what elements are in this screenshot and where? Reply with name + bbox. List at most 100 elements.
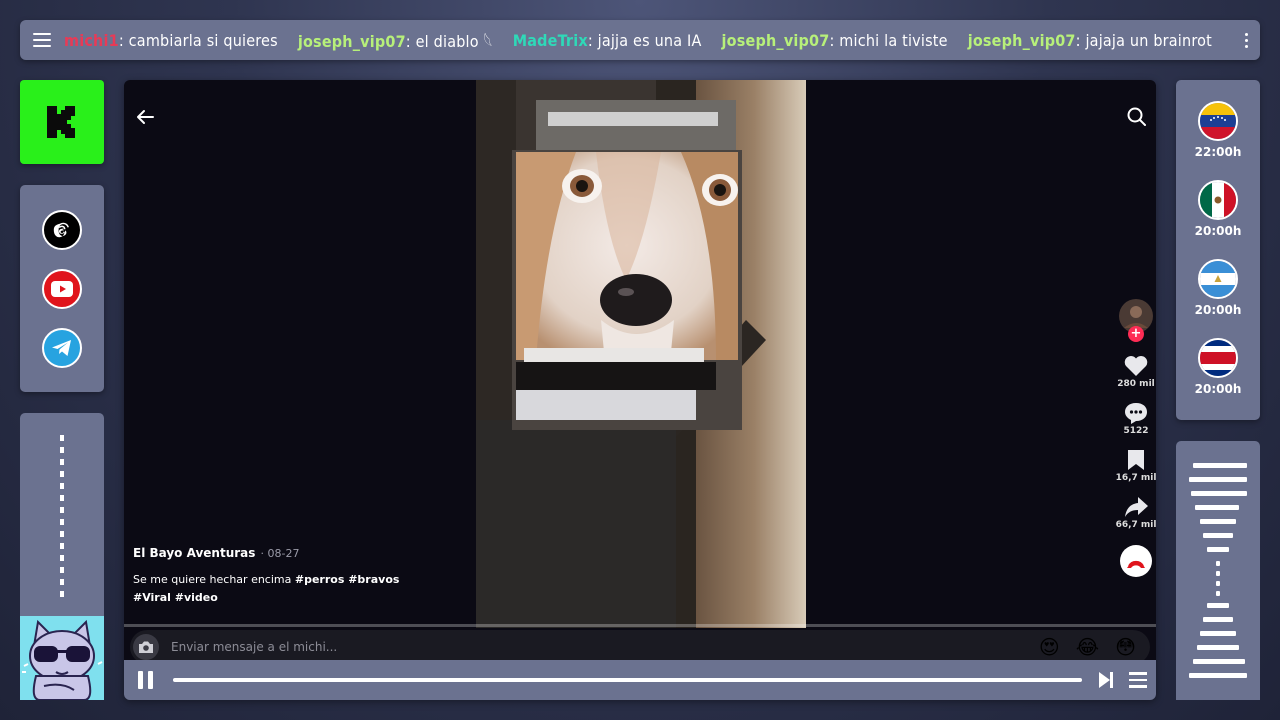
chat-text: : jajaja un brainrot: [1075, 30, 1212, 50]
chat-message: joseph_vip07: jajaja un brainrot: [968, 31, 1212, 50]
message-bar: 😍 😂 😳: [130, 630, 1150, 664]
eq-bar: [1200, 631, 1236, 636]
youtube-icon[interactable]: [42, 268, 82, 309]
search-icon[interactable]: [1126, 106, 1148, 128]
schedule-item-venezuela: 22:00h: [1194, 101, 1242, 159]
back-arrow-icon[interactable]: [134, 106, 156, 128]
seek-bar[interactable]: [173, 678, 1082, 682]
schedule-panel: 22:00h 20:00h 20:00h 20:00h: [1176, 80, 1260, 420]
mexico-flag-icon: [1198, 180, 1238, 220]
chat-message: MadeTrix: jajja es una IA: [513, 31, 702, 50]
pause-button[interactable]: [124, 660, 166, 700]
eq-bar: [1203, 533, 1233, 538]
music-disc-icon: [1120, 545, 1152, 577]
message-input[interactable]: [169, 639, 993, 655]
skip-next-button[interactable]: [1092, 660, 1120, 700]
chat-text: : michi la tiviste: [829, 30, 948, 50]
shares-count: 66,7 mil: [1115, 520, 1156, 530]
hashtags-line-1[interactable]: #perros #bravos: [295, 573, 400, 586]
video-frame[interactable]: [476, 80, 806, 628]
nicaragua-flag-icon: [1198, 259, 1238, 299]
eq-bar: [1216, 591, 1220, 596]
chat-message: joseph_vip07: el diablo 𓆩: [298, 27, 493, 53]
schedule-item-costa-rica: 20:00h: [1194, 338, 1242, 396]
flushed-emoji[interactable]: 😳: [1115, 635, 1136, 659]
kick-k-icon: [47, 106, 75, 138]
comment-action[interactable]: 5122: [1123, 401, 1149, 436]
emoji-reactions: 😍 😂 😳: [1039, 635, 1136, 659]
cat-mascot-avatar: [20, 616, 104, 700]
likes-count: 280 mil: [1117, 379, 1155, 389]
playlist-button[interactable]: [1120, 660, 1156, 700]
chat-message: joseph_vip07: michi la tiviste: [722, 31, 948, 50]
chat-username: joseph_vip07: [967, 30, 1076, 50]
follow-plus-icon[interactable]: +: [1128, 326, 1144, 342]
chat-ticker: michi1: cambiarla si quieres joseph_vip0…: [20, 20, 1260, 60]
saves-count: 16,7 mil: [1115, 473, 1156, 483]
video-author[interactable]: El Bayo Aventuras: [133, 546, 255, 560]
bookmark-icon: [1128, 450, 1144, 470]
share-action[interactable]: 66,7 mil: [1116, 495, 1156, 530]
like-action[interactable]: 280 mil: [1117, 354, 1155, 389]
dashed-line: [60, 435, 64, 597]
comments-count: 5122: [1123, 426, 1149, 436]
description-text: Se me quiere hechar encima: [133, 573, 292, 586]
hashtags-line-2[interactable]: #Viral #video: [133, 591, 218, 604]
comment-icon: [1125, 403, 1147, 424]
skip-next-icon: [1099, 672, 1113, 688]
schedule-time: 22:00h: [1194, 145, 1242, 159]
venezuela-flag-icon: [1198, 101, 1238, 141]
eq-bar: [1216, 561, 1220, 566]
eq-bar: [1203, 617, 1233, 622]
video-caption: El Bayo Aventuras · 08-27 Se me quiere h…: [133, 542, 493, 607]
eq-bar: [1195, 505, 1239, 510]
kick-logo[interactable]: [20, 80, 104, 164]
costa-rica-flag-icon: [1198, 338, 1238, 378]
schedule-time: 20:00h: [1194, 382, 1242, 396]
schedule-time: 20:00h: [1194, 303, 1242, 317]
chat-text: : jajja es una IA: [587, 30, 702, 50]
video-progress-strip[interactable]: [124, 624, 1156, 627]
eq-bar: [1197, 645, 1239, 650]
eq-bar: [1200, 519, 1236, 524]
chat-message: michi1: cambiarla si quieres: [64, 31, 278, 50]
eq-bar: [1193, 659, 1245, 664]
chat-text: : el diablo 𓆩: [405, 32, 493, 51]
chat-username: MadeTrix: [512, 30, 588, 50]
hamburger-menu-icon[interactable]: [20, 20, 64, 60]
audio-visualizer-panel: [1176, 441, 1260, 700]
chat-username: joseph_vip07: [721, 30, 830, 50]
schedule-time: 20:00h: [1194, 224, 1242, 238]
video-description: Se me quiere hechar encima #perros #brav…: [133, 571, 493, 607]
player-controls: [124, 660, 1156, 700]
telegram-icon[interactable]: [42, 327, 82, 368]
social-links-panel: [20, 185, 104, 392]
eq-bar: [1189, 477, 1247, 482]
eq-bar: [1216, 581, 1220, 586]
video-date: · 08-27: [260, 547, 300, 560]
eq-bar: [1216, 571, 1220, 576]
chat-text: : cambiarla si quieres: [118, 30, 278, 50]
eq-bar: [1207, 547, 1229, 552]
sound-disc[interactable]: [1119, 544, 1153, 578]
share-arrow-icon: [1125, 497, 1148, 517]
schedule-item-mexico: 20:00h: [1194, 180, 1242, 238]
laughing-emoji[interactable]: 😂: [1076, 635, 1099, 659]
threads-icon[interactable]: [42, 209, 82, 250]
eq-bar: [1193, 463, 1247, 468]
creator-avatar[interactable]: +: [1118, 298, 1154, 342]
video-player: + 280 mil 5122 16,7 mil 66,7 mil El Bayo…: [124, 80, 1156, 700]
video-actions: + 280 mil 5122 16,7 mil 66,7 mil: [1116, 298, 1156, 578]
divider-panel: [20, 413, 104, 616]
chat-username: michi1: [64, 30, 119, 50]
heart-eyes-emoji[interactable]: 😍: [1039, 635, 1060, 659]
heart-icon: [1124, 356, 1148, 376]
chat-track: michi1: cambiarla si quieres joseph_vip0…: [64, 27, 1232, 53]
chat-username: joseph_vip07: [297, 32, 406, 51]
camera-icon[interactable]: [133, 634, 159, 660]
eq-bar: [1207, 603, 1229, 608]
schedule-item-nicaragua: 20:00h: [1194, 259, 1242, 317]
save-action[interactable]: 16,7 mil: [1116, 448, 1156, 483]
more-options-icon[interactable]: [1232, 20, 1260, 60]
eq-bar: [1191, 491, 1247, 496]
